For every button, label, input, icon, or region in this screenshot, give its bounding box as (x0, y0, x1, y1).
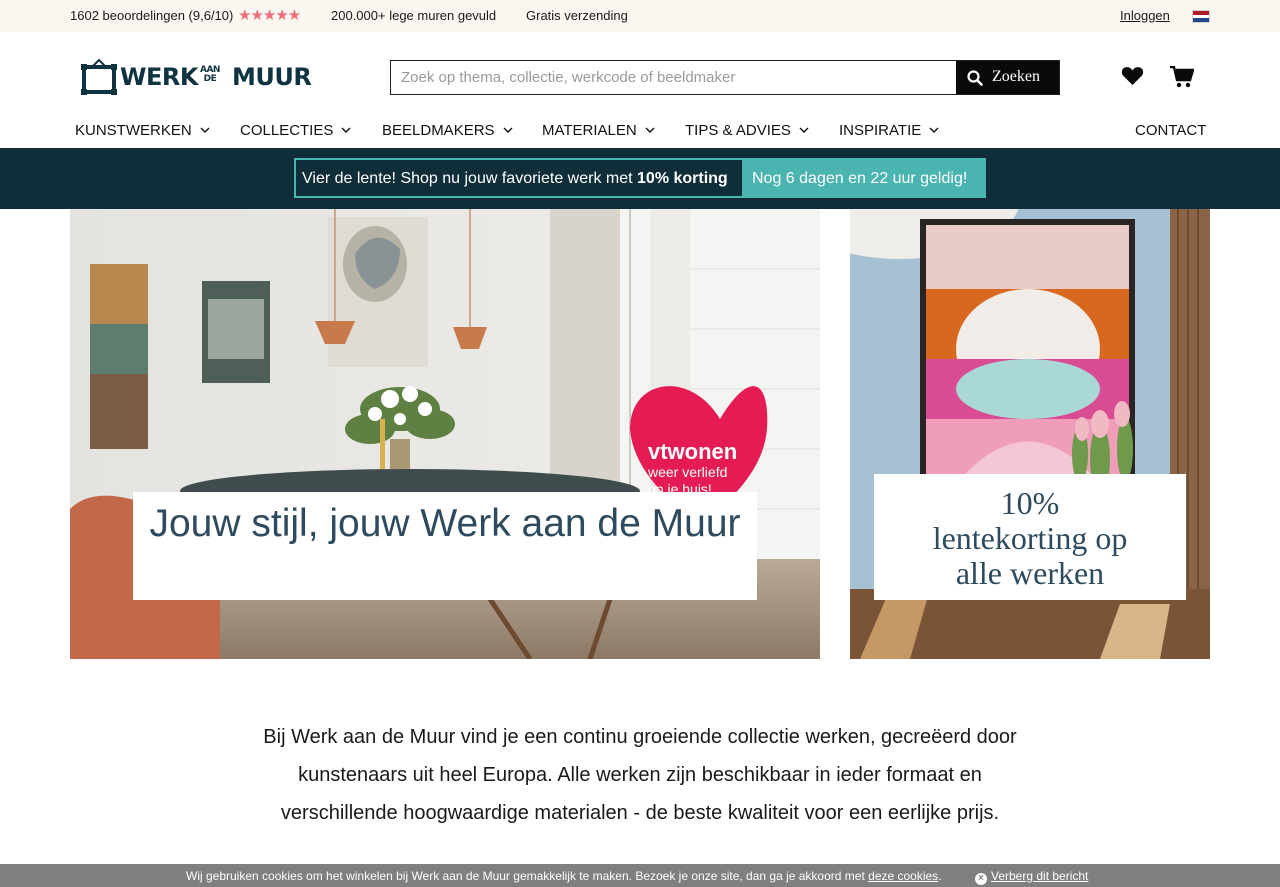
nav-item-kunstwerken[interactable]: KUNSTWERKEN (75, 122, 210, 139)
chevron-down-icon (341, 127, 351, 133)
search-button-label: Zoeken (992, 68, 1040, 85)
chevron-down-icon (929, 127, 939, 133)
promo-timer: Nog 6 dagen en 22 uur geldig! (742, 158, 986, 198)
cookie-message: Wij gebruiken cookies om het winkelen bi… (186, 869, 942, 883)
promo-discount: 10% korting (637, 170, 728, 187)
search-bar: Zoeken (390, 60, 1060, 95)
reviews-text[interactable]: 1602 beoordelingen (9,6/10) (70, 8, 233, 23)
cart-icon[interactable] (1170, 66, 1194, 88)
hero-right-caption[interactable]: 10% lentekorting op alle werken (874, 474, 1186, 600)
nav-item-beeldmakers[interactable]: BEELDMAKERS (382, 122, 513, 139)
nav-item-tips-advies[interactable]: TIPS & ADVIES (685, 122, 809, 139)
chevron-down-icon (503, 127, 513, 133)
search-button[interactable]: Zoeken (956, 61, 1059, 94)
hero-banner-right[interactable]: 10% lentekorting op alle werken (850, 209, 1210, 659)
main-nav: KUNSTWERKEN COLLECTIES BEELDMAKERS MATER… (0, 118, 1280, 148)
cookie-close-button[interactable]: × Verberg dit bericht (975, 869, 1088, 885)
promo-banner: Vier de lente! Shop nu jouw favoriete we… (0, 148, 1280, 209)
chevron-down-icon (645, 127, 655, 133)
frame-logo-icon (81, 58, 117, 95)
chevron-down-icon (799, 127, 809, 133)
chevron-down-icon (200, 127, 210, 133)
promo-text: Vier de lente! Shop nu jouw favoriete we… (302, 170, 728, 187)
search-icon (967, 70, 983, 86)
close-icon: × (975, 873, 987, 885)
intro-paragraph: Bij Werk aan de Muur vind je een continu… (263, 726, 1017, 824)
cookie-close-label: Verberg dit bericht (991, 869, 1089, 883)
logo-muur: MUUR (231, 63, 312, 91)
caption-line-2: lentekorting op (932, 520, 1128, 556)
nav-item-collecties[interactable]: COLLECTIES (240, 122, 351, 139)
nav-item-inspiratie[interactable]: INSPIRATIE (839, 122, 939, 139)
hero-banner-left[interactable]: vtwonen weer verliefd op je huis! Jouw s… (70, 209, 820, 659)
login-link[interactable]: Inloggen (1120, 8, 1170, 23)
free-shipping-text: Gratis verzending (526, 8, 628, 23)
dutch-flag-icon[interactable] (1192, 10, 1210, 23)
heart-sign-brand: vtwonen (648, 439, 737, 464)
logo-werk: WERK (120, 63, 198, 91)
caption-line-3: alle werken (955, 555, 1105, 591)
walls-filled-text: 200.000+ lege muren gevuld (331, 8, 497, 23)
nav-item-contact[interactable]: CONTACT (1135, 122, 1206, 139)
heart-icon[interactable] (1121, 66, 1144, 86)
site-logo[interactable]: WERK MUUR AAN DE (80, 58, 332, 96)
nav-item-materialen[interactable]: MATERIALEN (542, 122, 655, 139)
logo-wordmark: WERK MUUR AAN DE (120, 63, 312, 91)
promo-box[interactable]: Vier de lente! Shop nu jouw favoriete we… (294, 158, 986, 198)
cookie-bar: Wij gebruiken cookies om het winkelen bi… (0, 864, 1280, 887)
search-input[interactable] (391, 61, 957, 94)
logo-aan-de: AAN DE (200, 65, 220, 84)
hero-left-caption[interactable]: Jouw stijl, jouw Werk aan de Muur (133, 492, 757, 600)
caption-discount-percent: 10% (1000, 485, 1060, 521)
cookie-policy-link[interactable]: deze cookies (868, 869, 938, 883)
heart-sign-line-1: weer verliefd (647, 464, 727, 480)
rating-stars-icon: ★★★★★ (238, 7, 301, 24)
top-bar: 1602 beoordelingen (9,6/10) ★★★★★ 200.00… (0, 0, 1280, 32)
